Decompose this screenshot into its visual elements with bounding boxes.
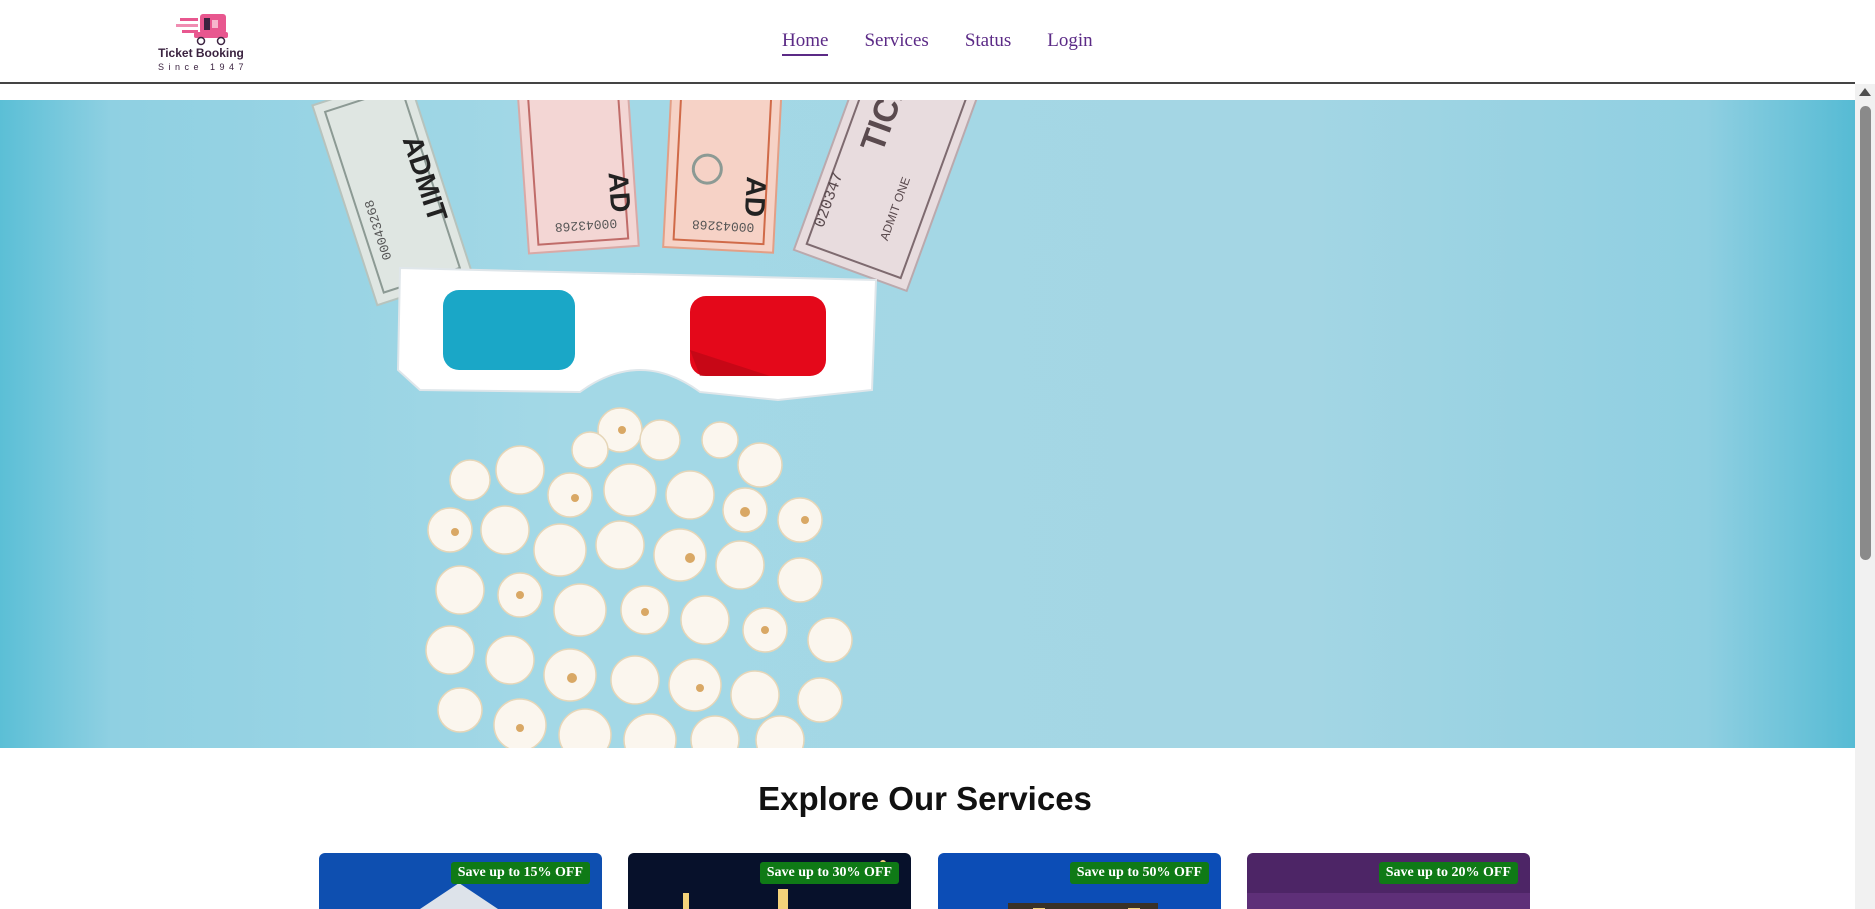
nav-link-services[interactable]: Services <box>864 30 928 56</box>
discount-badge: Save up to 20% OFF <box>1378 862 1518 884</box>
service-card-3[interactable]: Save up to 50% OFF <box>938 853 1221 909</box>
ticket-2-admit: AD <box>603 171 637 214</box>
discount-badge: Save up to 15% OFF <box>450 862 590 884</box>
navbar: Ticket Booking Since 1947 Home Services … <box>0 0 1855 84</box>
ticket-3: AD 00043268 <box>662 100 783 254</box>
discount-badge: Save up to 50% OFF <box>1069 862 1209 884</box>
logo-tagline: Since 1947 <box>158 62 249 72</box>
services-title: Explore Our Services <box>758 780 1092 817</box>
ticket-truck-icon <box>176 14 228 46</box>
vertical-scrollbar[interactable] <box>1855 84 1875 909</box>
ticket-2: AD 00043268 <box>516 100 640 255</box>
logo[interactable]: Ticket Booking Since 1947 <box>158 12 244 74</box>
main-nav: Home Services Status Login <box>782 30 1093 56</box>
3d-glasses <box>396 266 878 402</box>
service-card-1[interactable]: Save up to 15% OFF <box>319 853 602 909</box>
nav-link-home[interactable]: Home <box>782 30 829 56</box>
service-card-4[interactable]: Save up to 20% OFF <box>1247 853 1530 909</box>
popcorn-pile <box>425 407 853 748</box>
service-card-2[interactable]: Save up to 30% OFF <box>628 853 911 909</box>
ticket-4: TICK 020347 ADMIT ONE <box>792 100 984 293</box>
scrollbar-thumb[interactable] <box>1860 106 1871 560</box>
nav-link-status[interactable]: Status <box>965 30 1011 56</box>
hero-banner: ADMIT 00043268 AD 00043268 AD 00043268 T… <box>0 100 1855 748</box>
logo-text: Ticket Booking <box>158 46 244 60</box>
discount-badge: Save up to 30% OFF <box>759 862 899 884</box>
scroll-up-arrow-icon[interactable] <box>1859 88 1871 96</box>
nav-link-login[interactable]: Login <box>1047 30 1092 56</box>
page: Ticket Booking Since 1947 Home Services … <box>0 0 1875 909</box>
ticket-3-admit: AD <box>739 176 772 218</box>
hero-image: ADMIT 00043268 AD 00043268 AD 00043268 T… <box>311 100 984 748</box>
